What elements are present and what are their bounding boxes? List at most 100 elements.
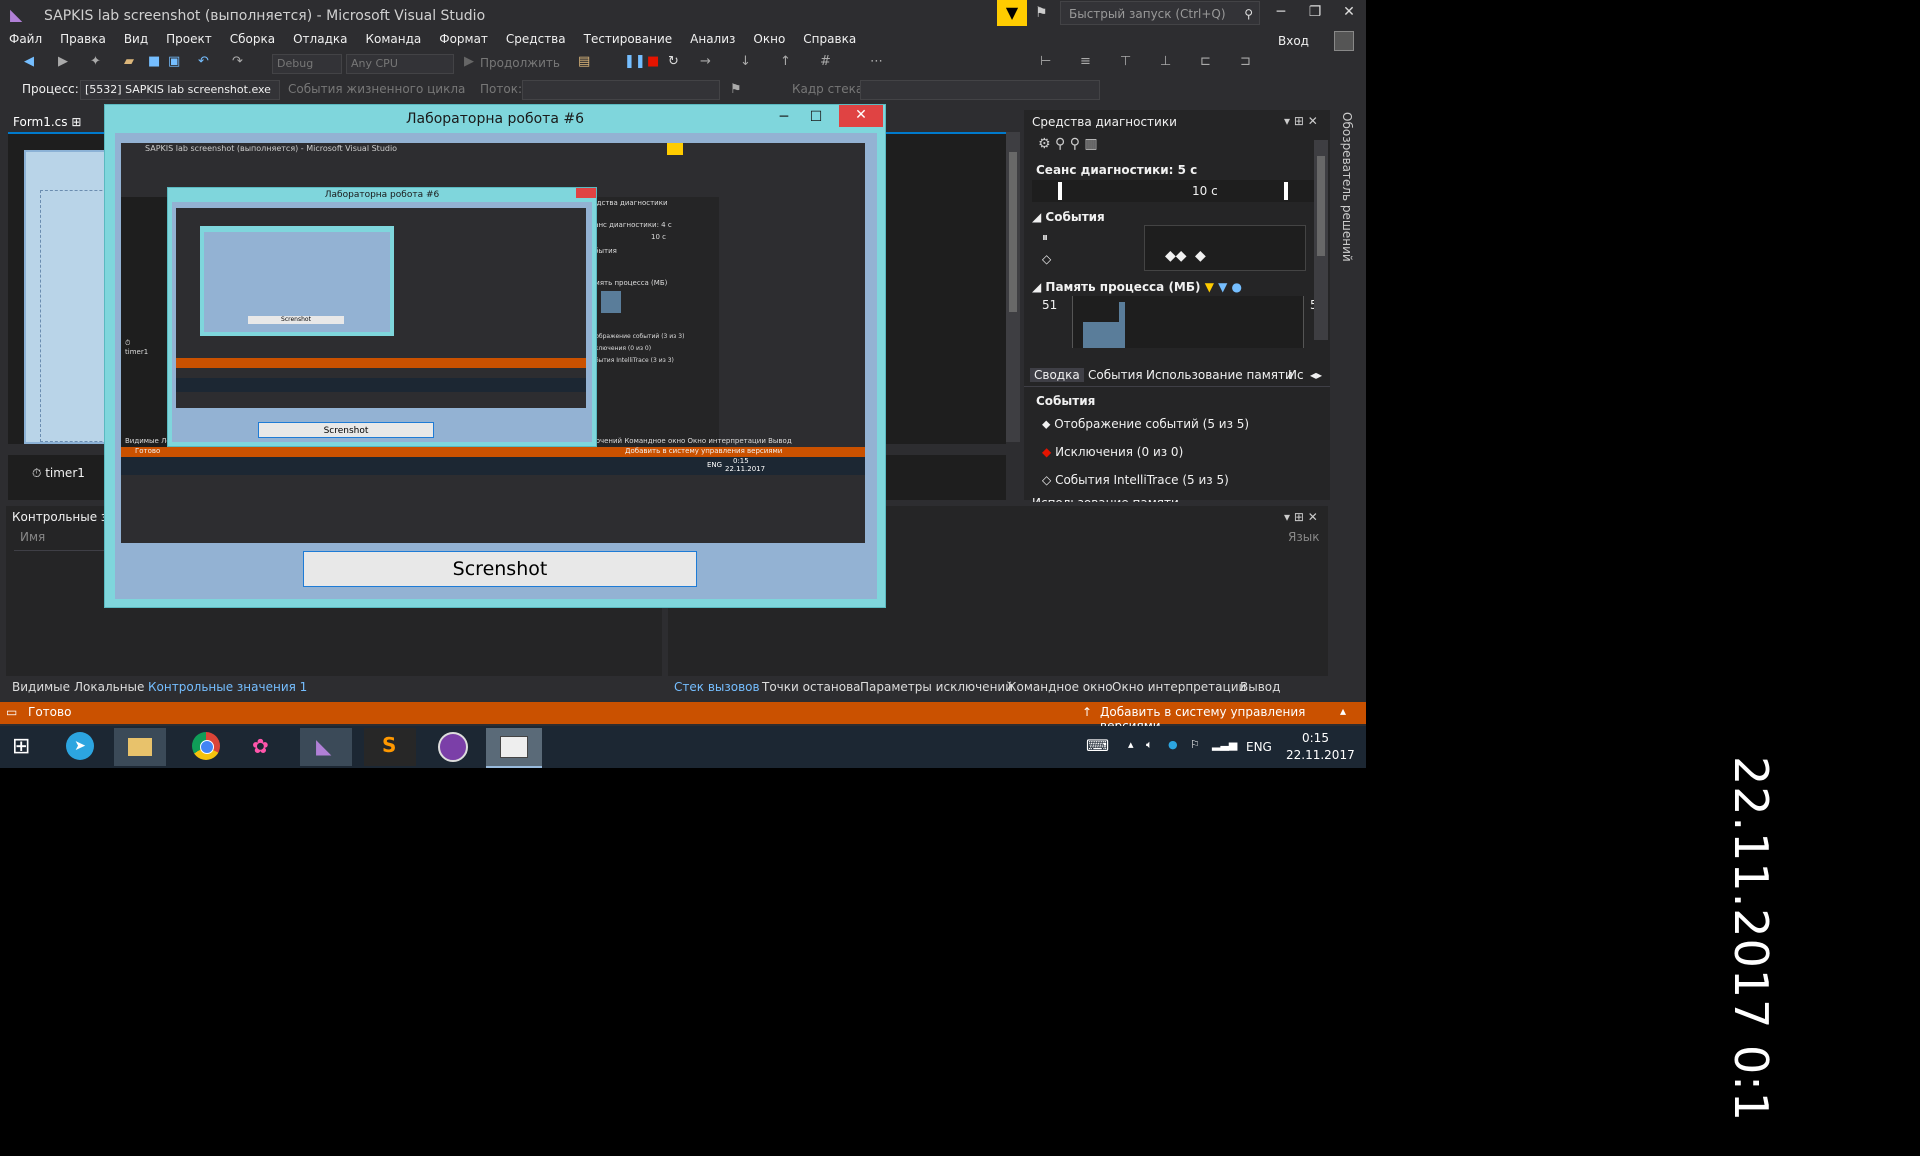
save-all-icon[interactable]: ▣ [168, 54, 180, 69]
step-out-icon[interactable]: ↑ [780, 54, 791, 69]
paint-icon[interactable]: ✿ [252, 734, 269, 758]
quick-launch-input[interactable]: Быстрый запуск (Ctrl+Q) ⚲ [1060, 1, 1260, 25]
tab-form1-cs[interactable]: Form1.cs ⊞ [5, 112, 89, 132]
exceptions-item[interactable]: ◆ Исключения (0 из 0) [1042, 445, 1183, 459]
menu-analyze[interactable]: Анализ [681, 30, 744, 48]
tab-scroll-arrows[interactable]: ◂▸ [1310, 368, 1322, 382]
menu-view[interactable]: Вид [115, 30, 157, 48]
form-minimize-button[interactable]: ─ [769, 107, 799, 129]
align-center-icon[interactable]: ≡ [1080, 54, 1091, 69]
memory-graph-header[interactable]: ◢ Память процесса (МБ) ▼ ▼ ● [1032, 280, 1242, 294]
clock-time[interactable]: 0:15 [1302, 731, 1329, 745]
avatar[interactable] [1334, 31, 1354, 51]
back-icon[interactable]: ◀ [24, 54, 34, 69]
configuration-select[interactable]: Debug [272, 54, 342, 74]
tab-memory-usage[interactable]: Использование памяти [1146, 368, 1293, 382]
pin-icon[interactable]: ⊞ [71, 115, 81, 129]
notifications-flag-icon[interactable]: ▼ [997, 0, 1027, 26]
menu-window[interactable]: Окно [744, 30, 794, 48]
diagnostics-scrollbar[interactable] [1314, 140, 1328, 340]
menu-test[interactable]: Тестирование [575, 30, 682, 48]
restore-button[interactable]: ❐ [1300, 4, 1330, 20]
toolbar-more-icon[interactable]: ⋯ [870, 54, 883, 69]
show-events-item[interactable]: ⬥ Отображение событий (5 из 5) [1042, 417, 1249, 432]
chrome-icon[interactable] [192, 732, 220, 760]
align-top-icon[interactable]: ⊤ [1120, 54, 1131, 69]
language-indicator[interactable]: ENG [1246, 740, 1272, 754]
size-icon[interactable]: ⊥ [1160, 54, 1171, 69]
feedback-icon[interactable]: ⚑ [1035, 5, 1048, 21]
tab-autos[interactable]: Видимые [12, 680, 70, 694]
forward-icon[interactable]: ▶ [58, 54, 68, 69]
thread-select[interactable] [522, 80, 720, 100]
intellitrace-item[interactable]: ◇ События IntelliTrace (5 из 5) [1042, 473, 1229, 487]
tab-command-window[interactable]: Командное окно [1008, 680, 1113, 694]
tab-cpu[interactable]: Ис [1288, 368, 1304, 382]
menu-help[interactable]: Справка [794, 30, 865, 48]
tab-call-stack[interactable]: Стек вызовов [674, 680, 760, 694]
show-next-statement-icon[interactable]: → [700, 54, 711, 69]
platform-select[interactable]: Any CPU [346, 54, 454, 74]
telegram-tray-icon[interactable]: ● [1168, 738, 1178, 751]
tab-watch-1[interactable]: Контрольные значения 1 [148, 680, 307, 694]
github-desktop-icon[interactable] [438, 732, 468, 762]
lifecycle-events-button[interactable]: События жизненного цикла [288, 82, 465, 96]
form-maximize-button[interactable]: ☐ [801, 107, 831, 129]
timeline-end-marker[interactable] [1284, 182, 1288, 200]
undo-icon[interactable]: ↶ [198, 54, 209, 69]
save-icon[interactable]: ■ [148, 54, 160, 69]
hex-icon[interactable]: # [820, 54, 831, 69]
panel-dropdown-icon[interactable]: ▾ ⊞ ✕ [1284, 114, 1318, 128]
tab-immediate-window[interactable]: Окно интерпретации [1112, 680, 1246, 694]
volume-icon[interactable]: 🔈︎ [1146, 738, 1153, 752]
sign-in-link[interactable]: Вход [1278, 34, 1309, 48]
timer-component[interactable]: ⏱ timer1 [32, 466, 85, 481]
diagnostics-scroll-thumb[interactable] [1317, 156, 1325, 256]
tab-locals[interactable]: Локальные [74, 680, 144, 694]
form-close-button[interactable]: ✕ [839, 105, 883, 127]
watch-column-name[interactable]: Имя [20, 530, 45, 544]
menu-build[interactable]: Сборка [221, 30, 284, 48]
memory-chart[interactable] [1072, 296, 1304, 348]
file-explorer-icon[interactable] [114, 728, 166, 766]
wifi-icon[interactable]: ▂▃▅ [1212, 738, 1237, 751]
continue-icon[interactable]: ▶ [464, 54, 474, 69]
event-diamond-icon[interactable]: ◆◆ [1165, 248, 1187, 264]
spacing-icon[interactable]: ⊏ [1200, 54, 1211, 69]
menu-debug[interactable]: Отладка [284, 30, 356, 48]
open-file-icon[interactable]: ▰ [124, 54, 134, 69]
call-stack-panel-controls[interactable]: ▾ ⊞ ✕ [1284, 510, 1318, 524]
tab-output[interactable]: Вывод [1240, 680, 1280, 694]
visual-studio-taskbar-icon[interactable]: ◣ [300, 728, 352, 766]
clock-date[interactable]: 22.11.2017 [1286, 748, 1355, 762]
event-diamond-icon-2[interactable]: ◆ [1195, 248, 1206, 264]
step-into-icon[interactable]: ↓ [740, 54, 751, 69]
windows-start-icon[interactable]: ⊞ [12, 734, 30, 759]
stack-frame-select[interactable] [860, 80, 1100, 100]
menu-format[interactable]: Формат [430, 30, 497, 48]
designer-scrollbar[interactable] [1006, 132, 1020, 442]
sublime-text-icon[interactable]: S [364, 728, 416, 766]
stop-debugging-icon[interactable]: ■ [647, 54, 659, 69]
new-project-icon[interactable]: ✦ [90, 54, 101, 69]
break-all-icon[interactable]: ❚❚ [624, 54, 646, 69]
call-stack-column-lang[interactable]: Язык [1288, 530, 1319, 544]
designer-scroll-thumb[interactable] [1009, 152, 1017, 312]
bring-front-icon[interactable]: ⊐ [1240, 54, 1251, 69]
menu-file[interactable]: Файл [0, 30, 51, 48]
redo-icon[interactable]: ↷ [232, 54, 243, 69]
menu-edit[interactable]: Правка [51, 30, 115, 48]
network-icon[interactable]: ⚐ [1190, 738, 1200, 751]
events-graph-header[interactable]: ◢ События [1032, 210, 1105, 224]
vcs-caret-icon[interactable]: ▴ [1340, 704, 1346, 718]
threads-icon[interactable]: ▤ [578, 54, 590, 69]
process-select[interactable]: [5532] SAPKIS lab screenshot.exe [80, 80, 280, 100]
minimize-button[interactable]: ─ [1266, 4, 1296, 20]
tab-exception-settings[interactable]: Параметры исключений [860, 680, 1013, 694]
tab-summary[interactable]: Сводка [1030, 368, 1084, 382]
solution-explorer-tab[interactable]: Обозреватель решений [1340, 112, 1354, 262]
menu-tools[interactable]: Средства [497, 30, 575, 48]
restart-icon[interactable]: ↻ [668, 54, 679, 69]
close-button[interactable]: ✕ [1334, 4, 1364, 20]
screenshot-button[interactable]: Screnshot [303, 551, 697, 587]
